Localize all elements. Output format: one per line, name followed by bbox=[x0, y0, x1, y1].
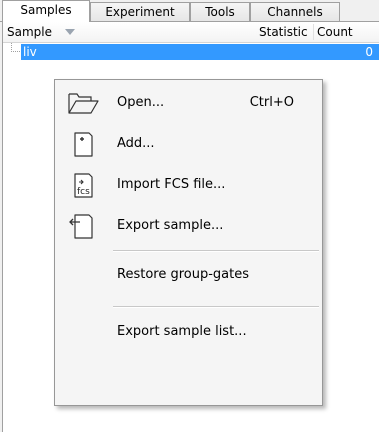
tab-bar: Samples Experiment Tools Channels bbox=[0, 0, 379, 22]
menu-item-export-sample[interactable]: Export sample... bbox=[57, 206, 320, 246]
column-sample-header[interactable]: Sample bbox=[7, 22, 52, 42]
context-menu: Open... Ctrl+O Add... fcs Import FCS fil… bbox=[54, 79, 323, 406]
menu-item-export-sample-list[interactable]: Export sample list... bbox=[57, 312, 320, 352]
menu-label-open: Open... bbox=[117, 95, 165, 110]
column-count-header[interactable]: Count bbox=[317, 22, 353, 42]
menu-label-export-sample: Export sample... bbox=[117, 218, 224, 233]
sample-count: 0 bbox=[365, 45, 373, 59]
folder-open-icon bbox=[65, 89, 101, 117]
row-selection-highlight bbox=[21, 44, 379, 60]
column-header: Sample Statistic Count bbox=[3, 22, 379, 43]
menu-item-add[interactable]: Add... bbox=[57, 124, 320, 164]
menu-separator bbox=[113, 306, 319, 308]
menu-item-restore-group-gates[interactable]: Restore group-gates bbox=[57, 255, 320, 295]
sample-name: liv bbox=[23, 45, 37, 59]
column-statistic-header[interactable]: Statistic bbox=[259, 22, 308, 42]
table-row[interactable]: liv 0 bbox=[3, 43, 379, 61]
menu-separator bbox=[113, 250, 319, 252]
menu-label-import-fcs: Import FCS file... bbox=[117, 177, 226, 192]
tab-samples[interactable]: Samples bbox=[2, 0, 90, 22]
export-document-icon bbox=[65, 212, 101, 240]
fcs-file-icon: fcs bbox=[65, 171, 101, 199]
add-document-icon bbox=[65, 130, 101, 158]
menu-label-restore-group-gates: Restore group-gates bbox=[117, 267, 249, 282]
fcs-icon-text: fcs bbox=[77, 187, 90, 197]
menu-item-import-fcs[interactable]: fcs Import FCS file... bbox=[57, 165, 320, 205]
sort-descending-icon[interactable] bbox=[65, 29, 75, 35]
tab-channels[interactable]: Channels bbox=[250, 2, 340, 21]
tree-line bbox=[11, 51, 20, 52]
menu-label-add: Add... bbox=[117, 136, 155, 151]
menu-label-export-sample-list: Export sample list... bbox=[117, 324, 247, 339]
column-divider[interactable] bbox=[313, 24, 314, 40]
tab-experiment[interactable]: Experiment bbox=[90, 2, 190, 21]
menu-item-open[interactable]: Open... Ctrl+O bbox=[57, 83, 320, 123]
tab-tools[interactable]: Tools bbox=[190, 2, 250, 21]
menu-shortcut-open: Ctrl+O bbox=[249, 95, 294, 110]
samples-window: Samples Experiment Tools Channels Sample… bbox=[0, 0, 379, 432]
